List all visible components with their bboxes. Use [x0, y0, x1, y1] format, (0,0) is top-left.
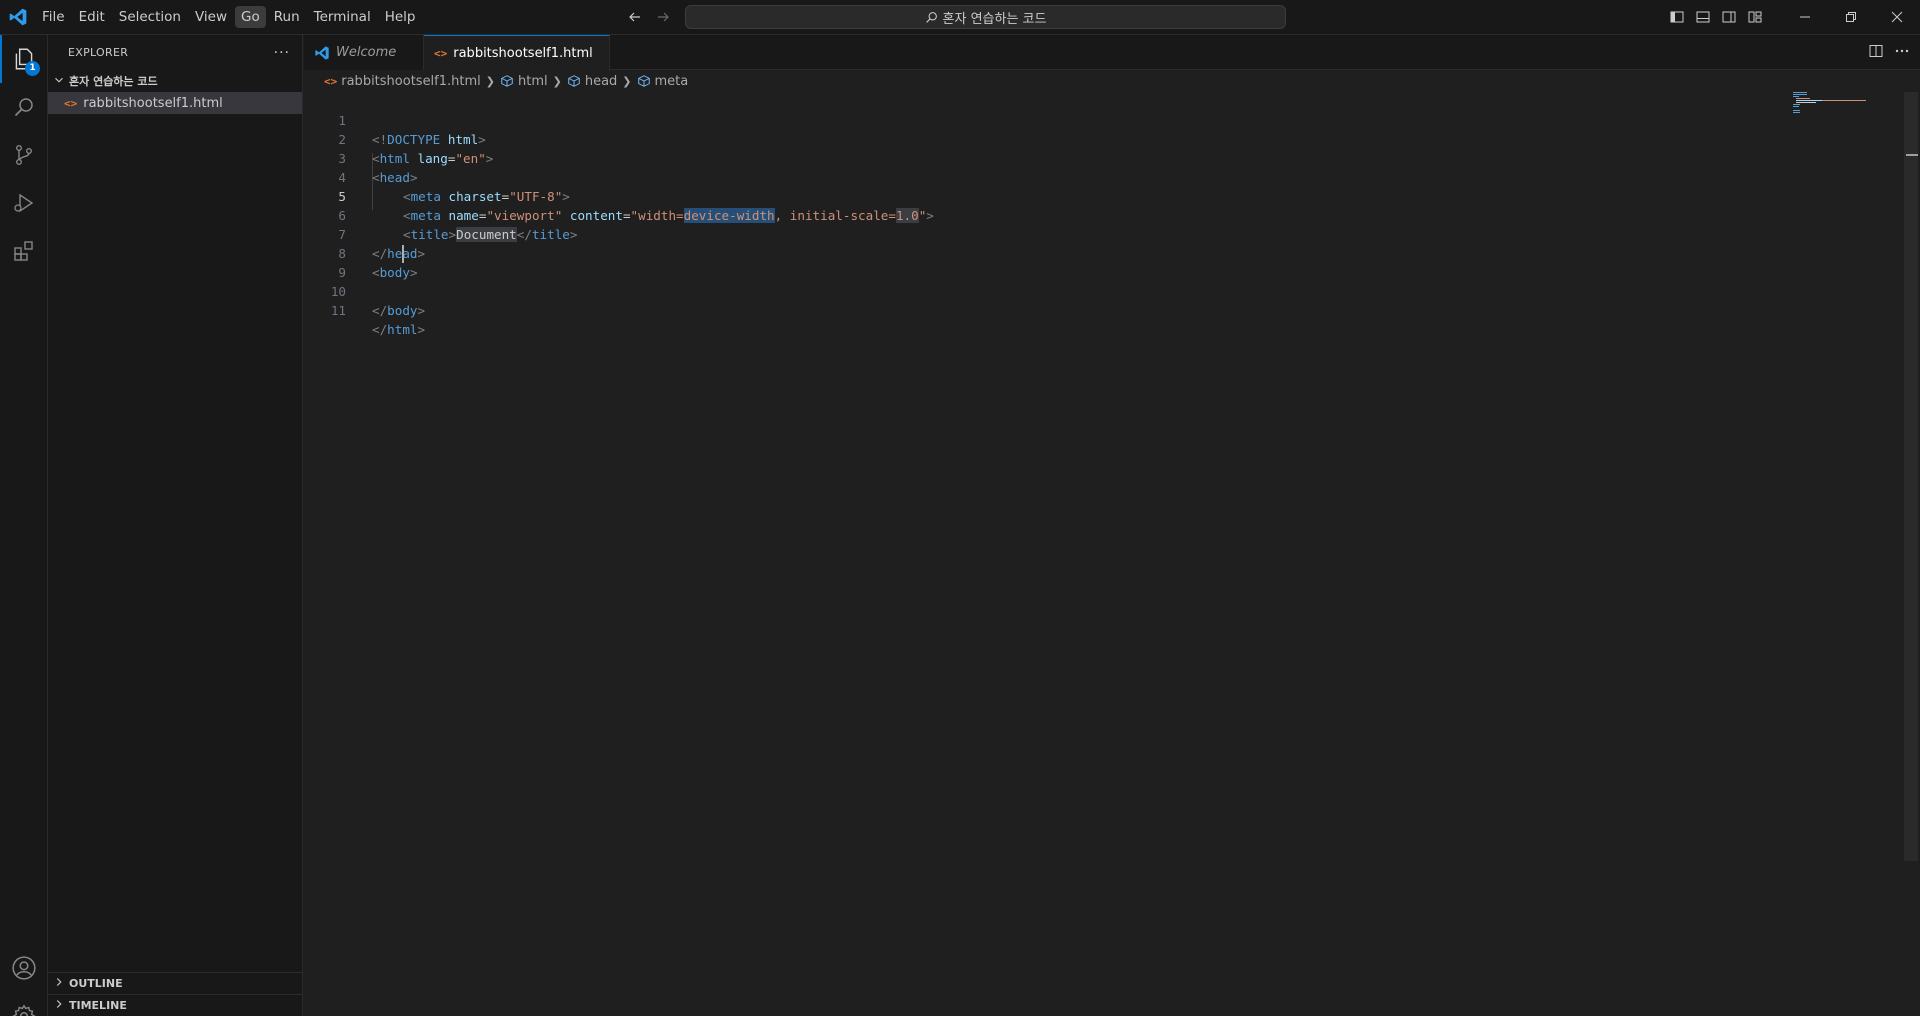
token: body — [387, 303, 418, 318]
tab-rabbitshootself1[interactable]: <> rabbitshootself1.html — [424, 35, 610, 71]
breadcrumb-html-label: html — [517, 73, 548, 89]
breadcrumb: <> rabbitshootself1.html ❯ html ❯ head ❯… — [304, 70, 688, 92]
file-item-label: rabbitshootself1.html — [83, 95, 223, 111]
breadcrumb-html[interactable]: html — [500, 74, 548, 89]
vertical-scrollbar[interactable] — [1904, 92, 1918, 861]
code-line: 9 — [304, 244, 1784, 280]
chevron-right-icon — [52, 975, 66, 992]
toggle-panel-icon[interactable] — [1690, 4, 1716, 30]
explorer-badge: 1 — [25, 61, 40, 76]
editor-tabs: Welcome <> rabbitshootself1.html — [304, 35, 1920, 71]
token: </ — [372, 322, 388, 337]
text-cursor — [402, 245, 404, 263]
code-line: 3 <head> — [304, 130, 1784, 185]
breadcrumb-meta[interactable]: meta — [637, 73, 689, 89]
code-line: 8 <body> — [304, 225, 1784, 280]
explorer-icon[interactable]: 1 — [0, 35, 48, 83]
editor-actions — [1868, 43, 1910, 63]
file-item-rabbitshootself1[interactable]: <> rabbitshootself1.html — [48, 92, 302, 114]
timeline-section[interactable]: TIMELINE — [48, 994, 302, 1016]
code-editor[interactable]: 1 <!DOCTYPE html> 2 <html lang="en"> 3 <… — [304, 92, 1904, 1016]
breadcrumb-meta-label: meta — [654, 73, 689, 89]
menu-help[interactable]: Help — [379, 6, 422, 28]
back-arrow-icon[interactable] — [624, 6, 646, 28]
tab-active-label: rabbitshootself1.html — [453, 46, 593, 61]
search-icon — [925, 11, 937, 23]
scrollbar-cursor-marker — [1906, 154, 1918, 156]
breadcrumb-head-label: head — [584, 73, 618, 89]
chevron-down-icon — [52, 73, 66, 90]
minimize-icon[interactable] — [1782, 0, 1828, 34]
chevron-right-icon: ❯ — [622, 74, 632, 88]
timeline-label: TIMELINE — [69, 999, 127, 1012]
explorer-header: EXPLORER ··· — [48, 35, 302, 70]
menu-selection[interactable]: Selection — [113, 6, 187, 28]
code-line: 2 <html lang="en"> — [304, 111, 1784, 166]
code-line: 10 </body> — [304, 263, 1784, 318]
menu-bar: File Edit Selection View Go Run Terminal… — [36, 6, 421, 28]
explorer-title: EXPLORER — [68, 46, 129, 59]
restore-icon[interactable] — [1828, 0, 1874, 34]
html-file-icon: <> — [324, 74, 338, 88]
minimap[interactable] — [1793, 92, 1903, 132]
more-actions-icon[interactable] — [1894, 43, 1910, 63]
customize-layout-icon[interactable] — [1742, 4, 1768, 30]
navigation-arrows — [624, 6, 674, 28]
menu-edit[interactable]: Edit — [73, 6, 111, 28]
code-line-current: 5 <meta name="viewport" content="width=d… — [304, 168, 1784, 223]
activity-bar: 1 — [0, 35, 48, 1016]
html-file-icon: <> — [434, 47, 448, 60]
breadcrumb-file-label: rabbitshootself1.html — [341, 73, 481, 89]
title-bar: File Edit Selection View Go Run Terminal… — [0, 0, 1920, 35]
token: </ — [372, 303, 388, 318]
extensions-icon[interactable] — [0, 227, 48, 275]
menu-run[interactable]: Run — [268, 6, 306, 28]
symbol-element-icon — [637, 75, 650, 87]
html-file-icon: <> — [64, 96, 78, 110]
forward-arrow-icon[interactable] — [652, 6, 674, 28]
menu-go[interactable]: Go — [235, 6, 266, 28]
token: html — [387, 322, 418, 337]
symbol-element-icon — [501, 75, 513, 87]
line-number: 11 — [330, 303, 346, 318]
outline-section[interactable]: OUTLINE — [48, 972, 302, 994]
settings-gear-icon[interactable] — [0, 992, 48, 1016]
code-line: 7 </head> — [304, 206, 1784, 261]
explorer-more-actions-icon[interactable]: ··· — [274, 45, 290, 61]
explorer-sidebar: EXPLORER ··· 혼자 연습하는 코드 <> rabbitshootse… — [48, 35, 303, 1016]
split-editor-icon[interactable] — [1868, 43, 1884, 63]
code-line: 1 <!DOCTYPE html> — [304, 92, 1784, 147]
menu-terminal[interactable]: Terminal — [308, 6, 377, 28]
symbol-element-icon — [568, 75, 580, 87]
run-debug-icon[interactable] — [0, 179, 48, 227]
tab-welcome[interactable]: Welcome — [304, 35, 424, 70]
tab-welcome-label: Welcome — [336, 45, 397, 60]
code-line: 4 <meta charset="UTF-8"> — [304, 149, 1784, 204]
code-line: 11 </html> — [304, 282, 1784, 337]
chevron-right-icon — [52, 997, 66, 1014]
chevron-right-icon: ❯ — [552, 74, 562, 88]
chevron-right-icon: ❯ — [485, 74, 495, 88]
breadcrumb-head[interactable]: head — [567, 74, 617, 89]
toggle-primary-sidebar-icon[interactable] — [1664, 4, 1690, 30]
code-line: 6 <title>Document</title> — [304, 187, 1784, 242]
breadcrumb-file[interactable]: <> rabbitshootself1.html — [324, 74, 481, 89]
workspace-folder[interactable]: 혼자 연습하는 코드 — [48, 70, 302, 92]
title-bar-controls — [1664, 0, 1920, 34]
outline-label: OUTLINE — [69, 977, 123, 990]
vscode-logo-icon — [9, 8, 27, 26]
close-window-icon[interactable] — [1874, 0, 1920, 34]
source-control-icon[interactable] — [0, 131, 48, 179]
search-icon[interactable] — [0, 83, 48, 131]
menu-file[interactable]: File — [36, 6, 71, 28]
vscode-logo-icon — [315, 45, 329, 60]
token: > — [417, 322, 426, 337]
toggle-secondary-sidebar-icon[interactable] — [1716, 4, 1742, 30]
workspace-folder-name: 혼자 연습하는 코드 — [69, 75, 158, 88]
account-icon[interactable] — [0, 944, 48, 992]
command-center-search[interactable]: 혼자 연습하는 코드 — [685, 5, 1286, 29]
search-text: 혼자 연습하는 코드 — [942, 11, 1047, 27]
token: > — [417, 303, 426, 318]
menu-view[interactable]: View — [189, 6, 233, 28]
